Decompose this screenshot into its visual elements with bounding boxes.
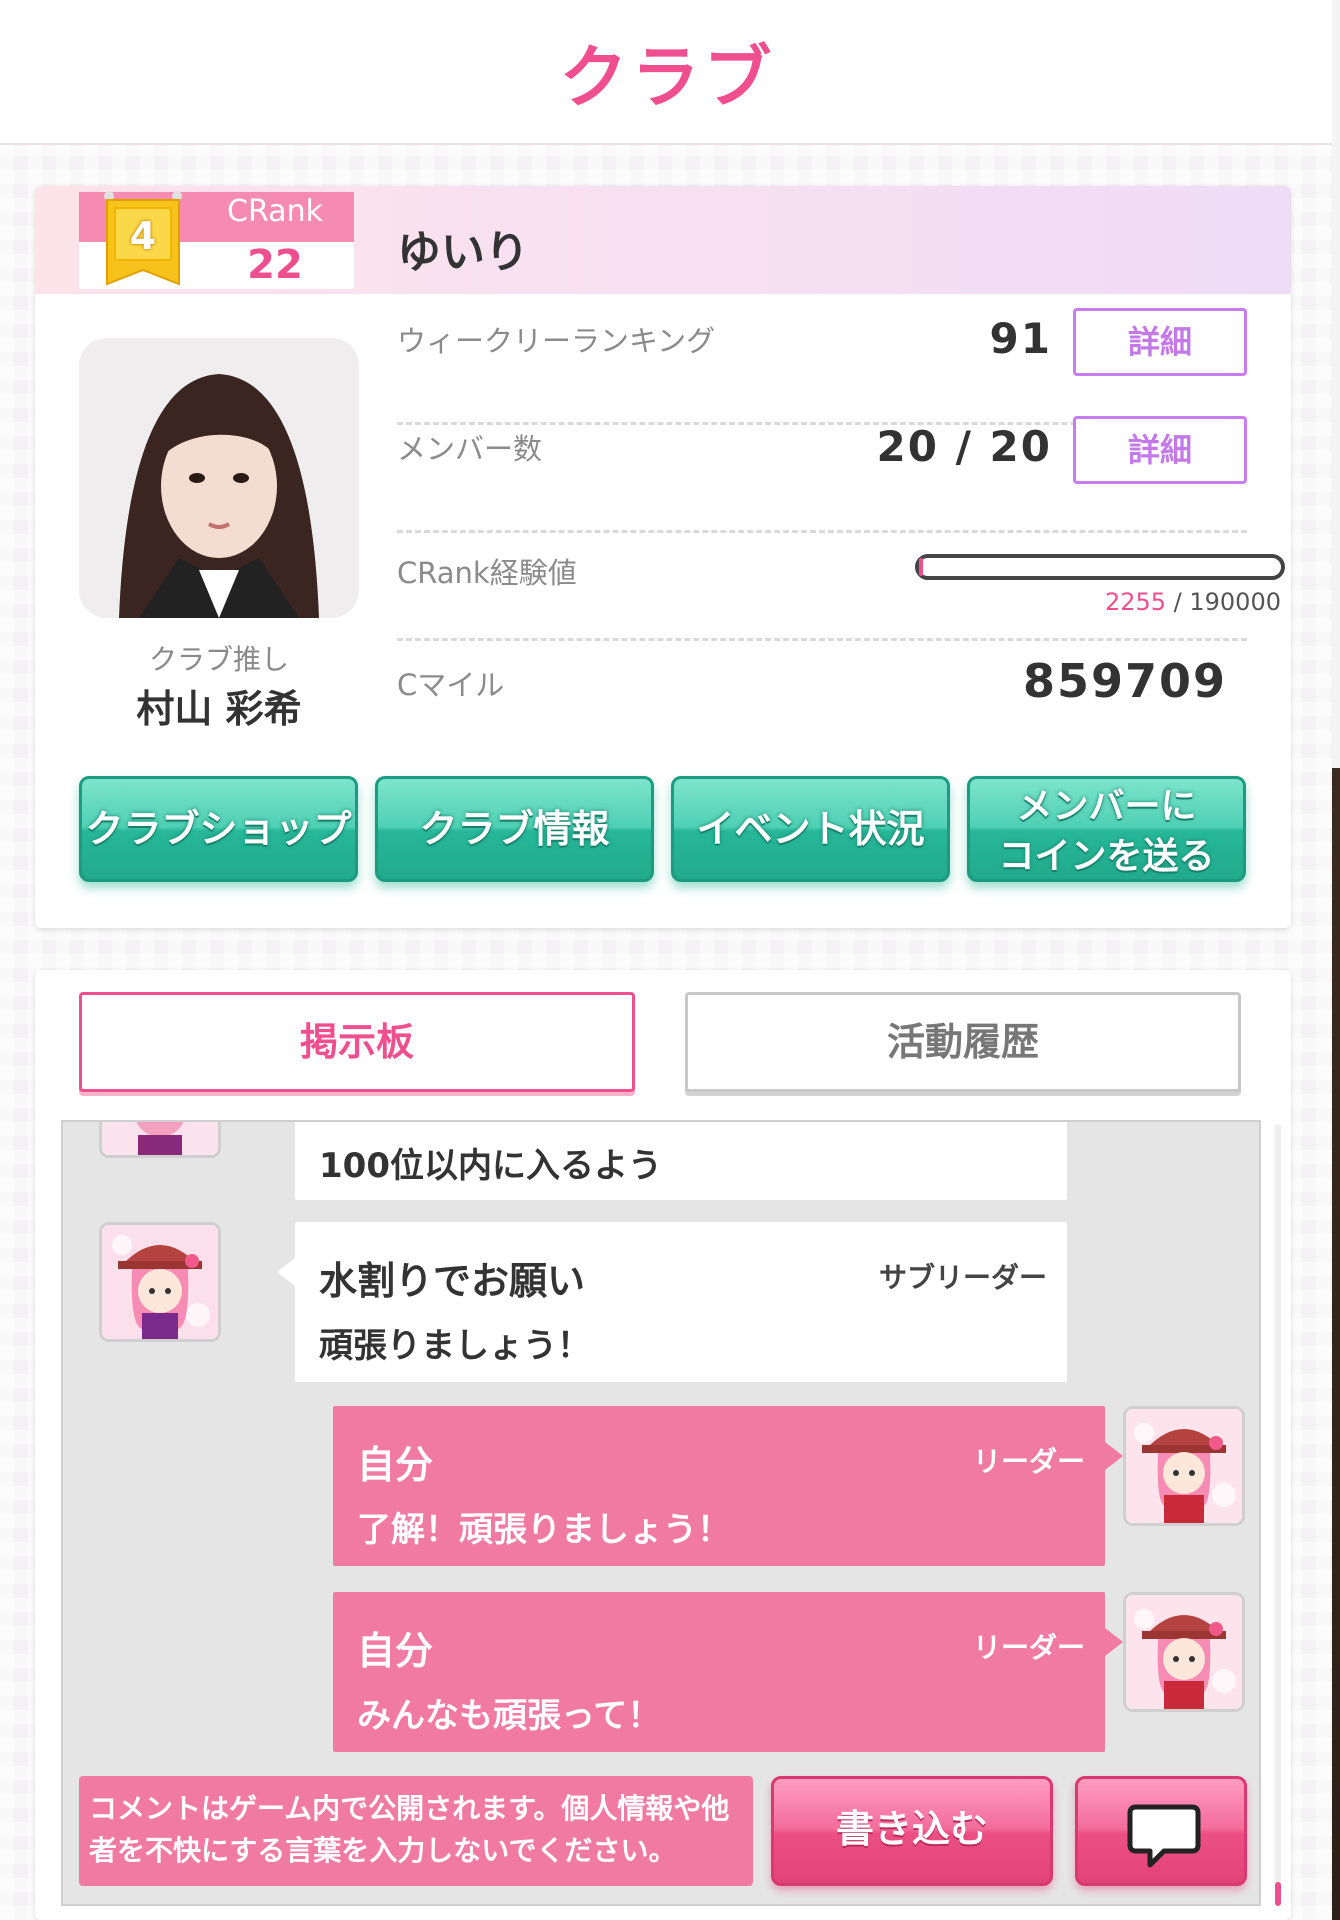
cmile-value: 859709	[1022, 654, 1227, 708]
page-title: クラブ	[559, 39, 776, 118]
bubble-tail	[277, 1258, 295, 1286]
board-card: 掲示板 活動履歴 100位以内に入るよう 水割りでお願い サブリーダー 頑張りま…	[35, 970, 1291, 1920]
club-info-label: クラブ情報	[419, 807, 610, 851]
tab-history[interactable]: 活動履歴	[685, 992, 1241, 1092]
comment-notice-text: コメントはゲーム内で公開されます。個人情報や他者を不快にする言葉を入力しないでく…	[89, 1792, 730, 1867]
message-text: 頑張りましょう！	[319, 1326, 591, 1366]
bubble-tail	[1105, 1628, 1123, 1656]
member-count-label: メンバー数	[397, 432, 543, 466]
bubble-tail	[1105, 1442, 1123, 1470]
weekly-ranking-row: ウィークリーランキング 91 詳細	[397, 286, 1247, 394]
avatar-self[interactable]	[1123, 1406, 1245, 1526]
weekly-ranking-label: ウィークリーランキング	[397, 324, 716, 358]
message-author: 自分	[357, 1629, 434, 1673]
cmile-row: Cマイル 859709	[397, 610, 1247, 718]
send-coin-button[interactable]: メンバーに コインを送る	[967, 776, 1246, 882]
message-bubble-self: 自分 リーダー 了解！頑張りましょう！	[333, 1406, 1105, 1566]
oshi-photo	[79, 338, 359, 618]
message-text: みんなも頑張って！	[357, 1696, 662, 1736]
message-bubble: 水割りでお願い サブリーダー 頑張りましょう！	[295, 1222, 1067, 1382]
window-edge	[1332, 0, 1340, 1920]
weekly-ranking-value: 91	[989, 314, 1052, 363]
event-status-button[interactable]: イベント状況	[671, 776, 950, 882]
avatar[interactable]	[99, 1222, 221, 1342]
write-button[interactable]: 書き込む	[771, 1776, 1053, 1886]
comment-notice: コメントはゲーム内で公開されます。個人情報や他者を不快にする言葉を入力しないでく…	[79, 1776, 753, 1886]
message-text: 100位以内に入るよう	[319, 1146, 662, 1186]
rank-badge-number: 4	[129, 214, 157, 258]
crank-label: CRank	[227, 194, 323, 229]
message-bubble: 100位以内に入るよう	[295, 1122, 1067, 1200]
message-role: サブリーダー	[878, 1261, 1047, 1294]
cmile-label: Cマイル	[397, 668, 505, 702]
club-shop-label: クラブショップ	[85, 807, 352, 851]
scrollbar-thumb[interactable]	[1275, 1882, 1281, 1906]
message-author: 自分	[357, 1443, 434, 1487]
message-author: 水割りでお願い	[319, 1259, 586, 1303]
send-coin-label-line1: メンバーに	[1016, 786, 1197, 827]
member-count-row: メンバー数 20 / 20 詳細	[397, 394, 1247, 502]
oshi-name: 村山 彩希	[136, 687, 302, 731]
stamp-button[interactable]	[1075, 1776, 1247, 1886]
send-coin-label-line2: コインを送る	[998, 836, 1215, 877]
avatar-self[interactable]	[1123, 1592, 1245, 1712]
weekly-ranking-detail-button[interactable]: 詳細	[1073, 308, 1247, 376]
message-bubble-self: 自分 リーダー みんなも頑張って！	[333, 1592, 1105, 1752]
member-count-detail-button[interactable]: 詳細	[1073, 416, 1247, 484]
club-screen: クラブ CRank 22 4 ゆいり クラブ推し 村山 彩希 ウィークリーランキ…	[0, 0, 1335, 1920]
club-info-button[interactable]: クラブ情報	[375, 776, 654, 882]
crank-value: 22	[247, 242, 303, 288]
club-card: CRank 22 4 ゆいり クラブ推し 村山 彩希 ウィークリーランキング 9…	[35, 186, 1291, 928]
speech-bubble-icon	[1127, 1804, 1201, 1868]
header-bar: クラブ	[0, 0, 1335, 145]
avatar[interactable]	[99, 1122, 221, 1158]
message-text: 了解！頑張りましょう！	[357, 1510, 731, 1550]
member-count-value: 20 / 20	[876, 422, 1052, 471]
oshi-label: クラブ推し	[148, 643, 289, 676]
event-status-label: イベント状況	[696, 807, 925, 851]
crank-exp-fill	[919, 558, 924, 576]
message-role: リーダー	[972, 1445, 1085, 1478]
scrollbar-track[interactable]	[1275, 1125, 1281, 1905]
tab-board[interactable]: 掲示板	[79, 992, 635, 1092]
message-role: リーダー	[972, 1631, 1085, 1664]
club-name: ゆいり	[397, 227, 529, 278]
crank-exp-bar	[915, 554, 1285, 580]
crank-exp-label: CRank経験値	[397, 556, 577, 590]
club-shop-button[interactable]: クラブショップ	[79, 776, 358, 882]
